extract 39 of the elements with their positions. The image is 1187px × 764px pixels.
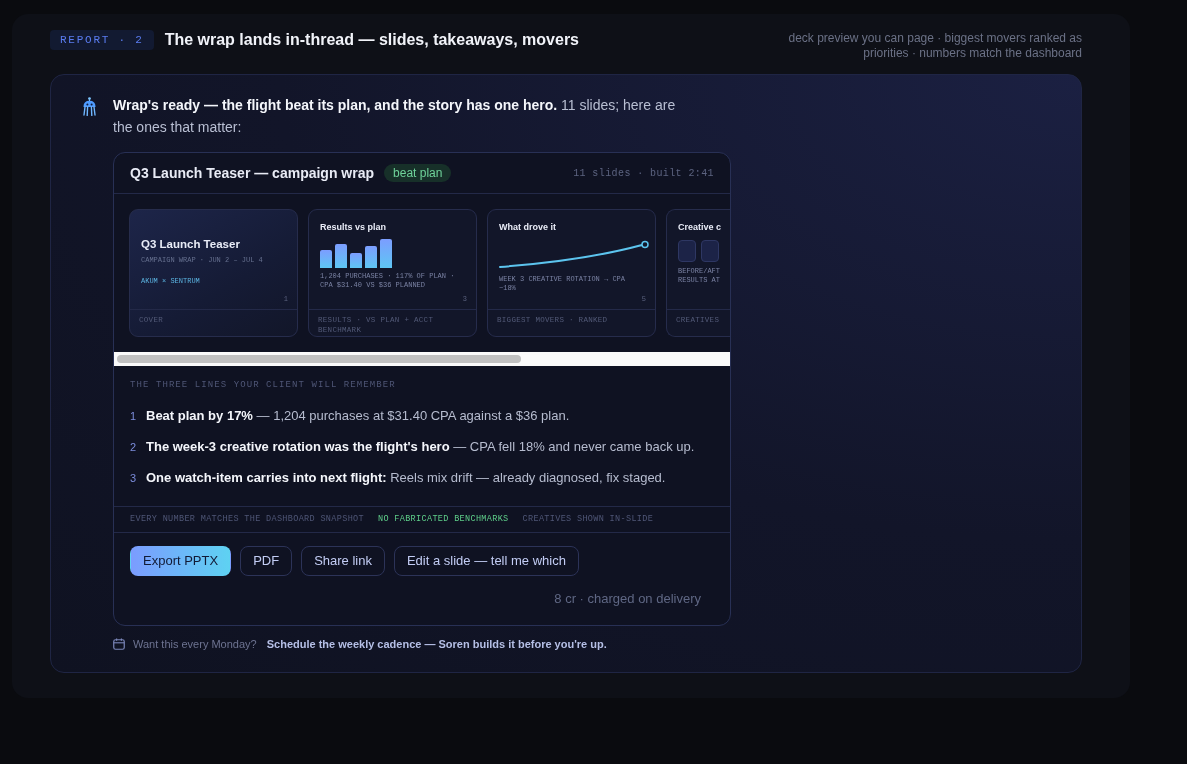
list-number: 1 — [130, 409, 137, 424]
slide-title: Results vs plan — [320, 221, 388, 233]
calendar-icon — [113, 638, 125, 650]
scrollbar[interactable] — [114, 352, 730, 366]
chart-bar — [380, 239, 392, 268]
chart-bar — [320, 250, 332, 268]
list-number: 2 — [130, 440, 137, 455]
takeaway-text: The week-3 creative rotation was the flight's hero — CPA fell 18% and never came back up. — [146, 438, 695, 456]
message-text: Wrap's ready — the flight beat its plan, and the story has one hero. 11 slides; here are the ones that matter: — [113, 96, 677, 137]
deck-title: Q3 Launch Teaser — campaign wrap — [130, 163, 375, 183]
thumbnail-placeholder — [678, 240, 696, 262]
check-note: EVERY NUMBER MATCHES THE DASHBOARD SNAPSHOT — [130, 513, 364, 526]
chart-bar — [335, 244, 347, 268]
report-note: deck preview you can page · biggest movers ranked as priorities · numbers match the dashboard — [787, 31, 1082, 61]
slide-title: What drove it — [499, 221, 557, 233]
schedule-link[interactable]: Schedule the weekly cadence — Soren builds it before you're up. — [266, 637, 607, 651]
deck-meta: 11 slides · built 2:41 — [573, 166, 714, 181]
slide-title: Q3 Launch Teaser — [141, 237, 241, 251]
report-badge: REPORT · 2 — [50, 30, 154, 50]
section-label: THE THREE LINES YOUR CLIENT WILL REMEMBER — [130, 379, 397, 391]
chart-bar — [350, 253, 362, 268]
deck-action-button[interactable]: Share link — [301, 546, 385, 576]
list-number: 3 — [130, 471, 137, 486]
deck-action-button[interactable]: PDF — [240, 546, 293, 576]
chart-bar — [365, 246, 377, 268]
slide-title: Creative c — [678, 221, 719, 233]
takeaway-text: One watch-item carries into next flight: Reels mix drift — already diagnosed, fix staged. — [146, 469, 666, 487]
thumbnail-placeholder — [701, 240, 719, 262]
report-title: The wrap lands in-thread — slides, takeaways, movers — [164, 30, 579, 50]
deck-action-button[interactable]: Export PPTX — [130, 546, 232, 576]
scrollbar-thumb[interactable] — [117, 355, 521, 363]
jellyfish-icon — [82, 97, 97, 116]
check-note: NO FABRICATED BENCHMARKS — [377, 513, 509, 526]
check-note: CREATIVES SHOWN IN-SLIDE — [522, 513, 654, 526]
deck-action-button[interactable]: Edit a slide — tell me which — [393, 546, 579, 576]
followup-prompt: Want this every Monday? — [133, 637, 257, 651]
status-badge: beat plan — [384, 164, 452, 182]
takeaway-text: Beat plan by 17% — 1,204 purchases at $31.40 CPA against a $36 plan. — [146, 407, 570, 425]
cost-note: 8 cr · charged on delivery — [554, 592, 701, 606]
